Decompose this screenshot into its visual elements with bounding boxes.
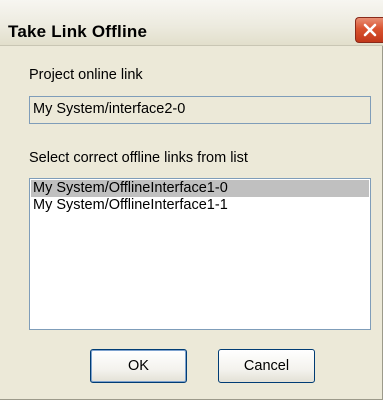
dialog-window: Take Link Offline Project online link My…	[0, 0, 383, 400]
list-item[interactable]: My System/OfflineInterface1-0	[31, 180, 369, 197]
list-item[interactable]: My System/OfflineInterface1-1	[30, 197, 370, 214]
online-link-label: Project online link	[29, 67, 143, 83]
cancel-button[interactable]: Cancel	[218, 349, 315, 383]
online-link-field: My System/interface2-0	[29, 96, 371, 124]
offline-links-label: Select correct offline links from list	[29, 150, 248, 166]
offline-links-listbox[interactable]: My System/OfflineInterface1-0 My System/…	[29, 178, 371, 330]
ok-button[interactable]: OK	[90, 349, 187, 383]
dialog-title: Take Link Offline	[8, 22, 148, 41]
close-button[interactable]	[355, 17, 383, 43]
title-bar[interactable]: Take Link Offline	[0, 0, 383, 46]
